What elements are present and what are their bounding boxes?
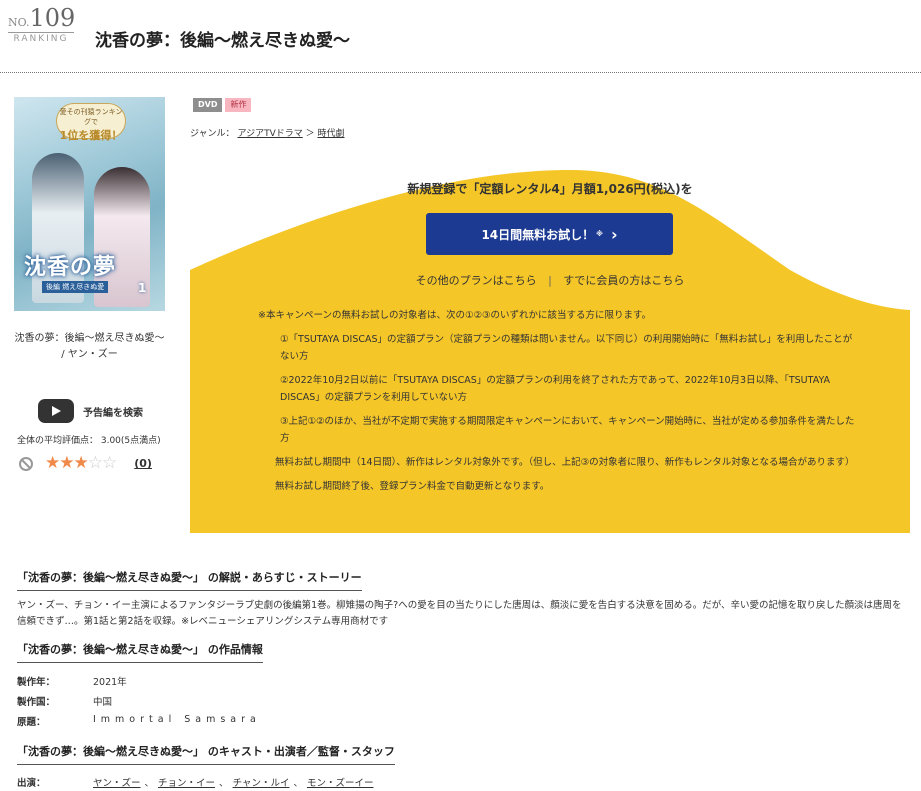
cast-member-link[interactable]: チャン・ルイ (233, 778, 290, 789)
play-video-icon (38, 399, 74, 423)
item-caption: 沈香の夢：後編〜燃え尽きぬ愛〜 / ヤン・ズー (14, 333, 165, 360)
details-heading: 「沈香の夢：後編〜燃え尽きぬ愛〜」 の作品情報 (17, 641, 263, 663)
cast-member-link[interactable]: モン・ズーイー (307, 778, 374, 789)
note-intro: ※本キャンペーンの無料お試しの対象者は、次の①②③のいずれかに該当する方に限りま… (258, 310, 652, 321)
member-login-link[interactable]: すでに会員の方はこちら (563, 274, 684, 287)
star-empty-icon[interactable]: ☆ (88, 453, 103, 473)
cast-member-link[interactable]: チョン・イー (158, 778, 215, 789)
genre-link-asian-drama[interactable]: アジアTVドラマ (237, 129, 302, 139)
cast-separator: 、 (144, 778, 155, 789)
cast-list: ヤン・ズー、チョン・イー、チャン・ルイ、モン・ズーイー (93, 775, 374, 789)
production-year-label: 製作年： (17, 677, 56, 688)
other-plans-link[interactable]: その他のプランはこちら (416, 274, 537, 287)
original-title-row: 原題： Immortal Samsara (17, 714, 261, 728)
review-count-link[interactable]: (0) (134, 457, 152, 470)
trailer-label: 予告編を検索 (83, 407, 143, 419)
cover-award-badge: 愛その刊猿ランキングで 1位を獲得！ (56, 103, 126, 142)
cast-separator: 、 (293, 778, 303, 789)
promo-text: 新規登録で「定額レンタル4」月額1,026円(税込)を (407, 182, 693, 196)
synopsis-text: ヤン・ズー、チョン・イー主演によるファンタジーラブ史劇の後編第1巻。柳雉揚の陶子… (17, 600, 902, 627)
production-year-row: 製作年： 2021年 (17, 674, 127, 688)
rating-row: ★★★☆☆ (0) (19, 455, 152, 472)
rank-label: RANKING (13, 34, 69, 44)
production-country-value: 中国 (93, 697, 113, 708)
cover-title: 沈香の夢 (24, 254, 117, 280)
tag-list: DVD 新作 (193, 98, 252, 112)
genre-breadcrumb: ジャンル： アジアTVドラマ ＞ 時代劇 (190, 129, 345, 139)
genre-link-period-drama[interactable]: 時代劇 (318, 129, 345, 139)
plan-links: その他のプランはこちら | すでに会員の方はこちら (415, 274, 685, 287)
star-rating[interactable]: ★★★☆☆ (45, 453, 117, 473)
star-filled-icon[interactable]: ★ (74, 453, 89, 473)
prohibited-icon[interactable] (19, 456, 33, 471)
new-release-tag: 新作 (225, 98, 252, 112)
average-rating-text: 全体の平均評価点： 3.00(5点満点) (17, 436, 161, 446)
note-condition-3: ③上記①②のほか、当社が不定期で実施する期間限定キャンペーンにおいて、キャンペー… (280, 416, 855, 444)
cast-label: 出演： (17, 778, 46, 789)
note-auto-renew: 無料お試し期間終了後、登録プラン料金で自動更新となります。 (275, 481, 550, 492)
synopsis-heading: 「沈香の夢：後編〜燃え尽きぬ愛〜」 の解説・あらすじ・ストーリー (17, 569, 362, 591)
note-condition-2: ②2022年10月2日以前に「TSUTAYA DISCAS」の定額プランの利用を… (280, 375, 831, 403)
cast-heading: 「沈香の夢：後編〜燃え尽きぬ愛〜」 のキャスト・出演者／監督・スタッフ (17, 743, 395, 765)
star-empty-icon[interactable]: ☆ (102, 453, 117, 473)
cast-separator: 、 (219, 778, 229, 789)
cover-subtitle: 後編 燃え尽きぬ愛 (42, 281, 109, 293)
ranking-badge: NO.109 RANKING (8, 4, 76, 44)
production-country-label: 製作国： (17, 697, 56, 708)
cover-volume: 1 (138, 281, 147, 295)
note-condition-1: ①「TSUTAYA DISCAS」の定額プラン（定額プランの種類は問いません。以… (280, 334, 853, 362)
page-title: 沈香の夢：後編〜燃え尽きぬ愛〜 (95, 31, 350, 51)
original-title-label: 原題： (17, 717, 46, 728)
cover-image[interactable]: 愛その刊猿ランキングで 1位を獲得！ 沈香の夢 後編 燃え尽きぬ愛 1 (14, 97, 165, 311)
cast-member-link[interactable]: ヤン・ズー (93, 778, 141, 789)
format-tag: DVD (193, 98, 223, 112)
note-new-release: 無料お試し期間中（14日間）、新作はレンタル対象外です。（但し、上記③の対象者に… (275, 457, 855, 468)
original-title-value: Immortal Samsara (93, 714, 261, 725)
star-filled-icon[interactable]: ★ (59, 453, 74, 473)
production-country-row: 製作国： 中国 (17, 694, 112, 708)
campaign-notes: ※本キャンペーンの無料お試しの対象者は、次の①②③のいずれかに該当する方に限りま… (258, 307, 858, 502)
production-year-value: 2021年 (93, 677, 127, 688)
chevron-right-icon: › (610, 224, 618, 244)
cast-row: 出演： ヤン・ズー、チョン・イー、チャン・ルイ、モン・ズーイー (17, 775, 374, 789)
free-trial-button[interactable]: 14日間無料お試し！ ※ › (426, 213, 673, 255)
rank-number: NO.109 (8, 4, 76, 32)
trailer-search-button[interactable]: 予告編を検索 (38, 399, 143, 423)
star-filled-icon[interactable]: ★ (45, 453, 60, 473)
header-divider (0, 72, 921, 73)
